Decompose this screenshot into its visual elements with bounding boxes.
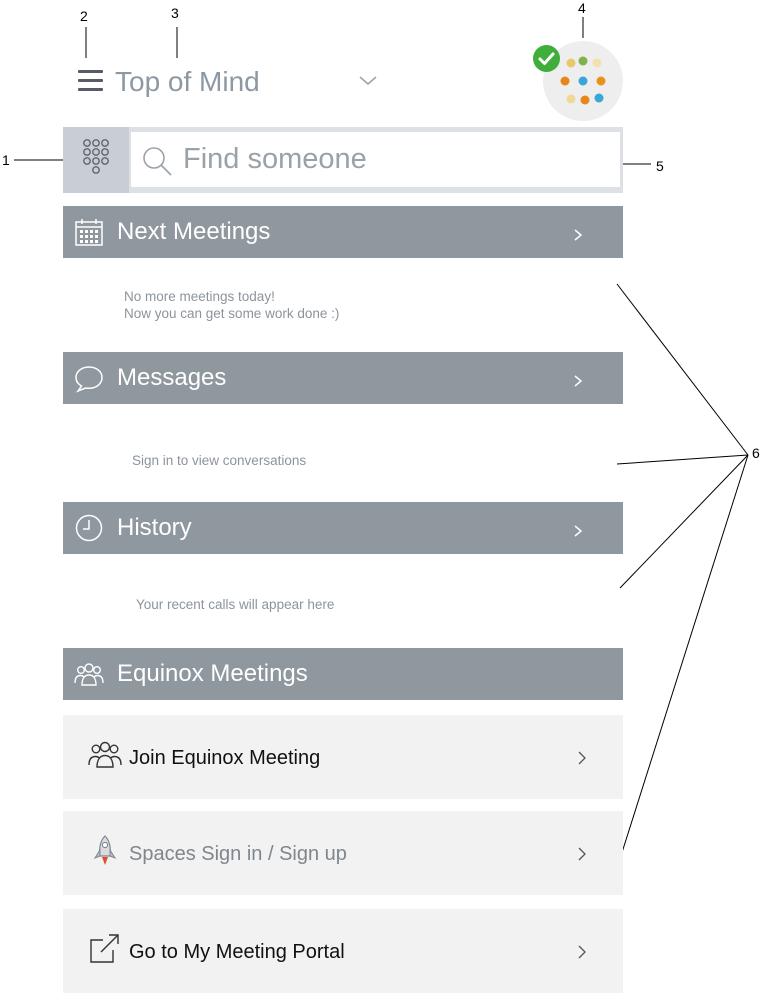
page-title[interactable]: Top of Mind	[115, 66, 260, 98]
chevron-right-icon	[574, 375, 583, 387]
join-equinox-meeting-row[interactable]: Join Equinox Meeting	[63, 715, 623, 799]
equinox-meetings-header: Equinox Meetings	[63, 648, 623, 700]
clock-icon	[75, 514, 103, 542]
callout-4: 4	[578, 0, 586, 16]
section-title: Next Meetings	[117, 218, 271, 245]
no-meetings-note: No more meetings today! Now you can get …	[124, 289, 340, 321]
meeting-portal-row[interactable]: Go to My Meeting Portal	[63, 909, 623, 993]
callout-1: 1	[2, 152, 10, 168]
section-title: History	[117, 514, 192, 541]
chevron-right-icon	[578, 945, 586, 959]
speech-bubble-icon	[75, 366, 103, 393]
next-meetings-header[interactable]: Next Meetings	[63, 206, 623, 258]
section-title: Messages	[117, 364, 227, 391]
chevron-down-icon[interactable]	[357, 74, 379, 88]
section-title: Equinox Meetings	[117, 660, 308, 687]
history-header[interactable]: History	[63, 502, 623, 554]
people-group-icon	[88, 741, 122, 768]
callout-2: 2	[80, 8, 88, 24]
external-link-icon	[90, 934, 119, 963]
chevron-right-icon	[574, 229, 583, 241]
row-label: Go to My Meeting Portal	[129, 941, 345, 963]
callout-3: 3	[171, 5, 179, 21]
sign-in-note: Sign in to view conversations	[132, 453, 307, 468]
rocket-icon	[93, 835, 117, 865]
dialpad-button[interactable]	[63, 127, 129, 193]
dialpad-icon	[83, 139, 109, 174]
presence-status-icon	[533, 45, 560, 72]
hamburger-menu-icon[interactable]	[78, 70, 104, 92]
recent-calls-note: Your recent calls will appear here	[136, 597, 335, 612]
chevron-right-icon	[578, 847, 586, 861]
chevron-right-icon	[578, 751, 586, 765]
search-input[interactable]	[131, 132, 620, 187]
callout-6: 6	[752, 445, 760, 461]
people-group-icon	[74, 663, 104, 686]
calendar-icon	[75, 219, 103, 246]
search-icon	[143, 147, 172, 176]
row-label: Spaces Sign in / Sign up	[129, 843, 347, 865]
spaces-sign-in-row[interactable]: Spaces Sign in / Sign up	[63, 811, 623, 895]
messages-header[interactable]: Messages	[63, 352, 623, 404]
row-label: Join Equinox Meeting	[129, 747, 321, 769]
chevron-right-icon	[574, 525, 583, 537]
callout-5: 5	[656, 158, 664, 174]
